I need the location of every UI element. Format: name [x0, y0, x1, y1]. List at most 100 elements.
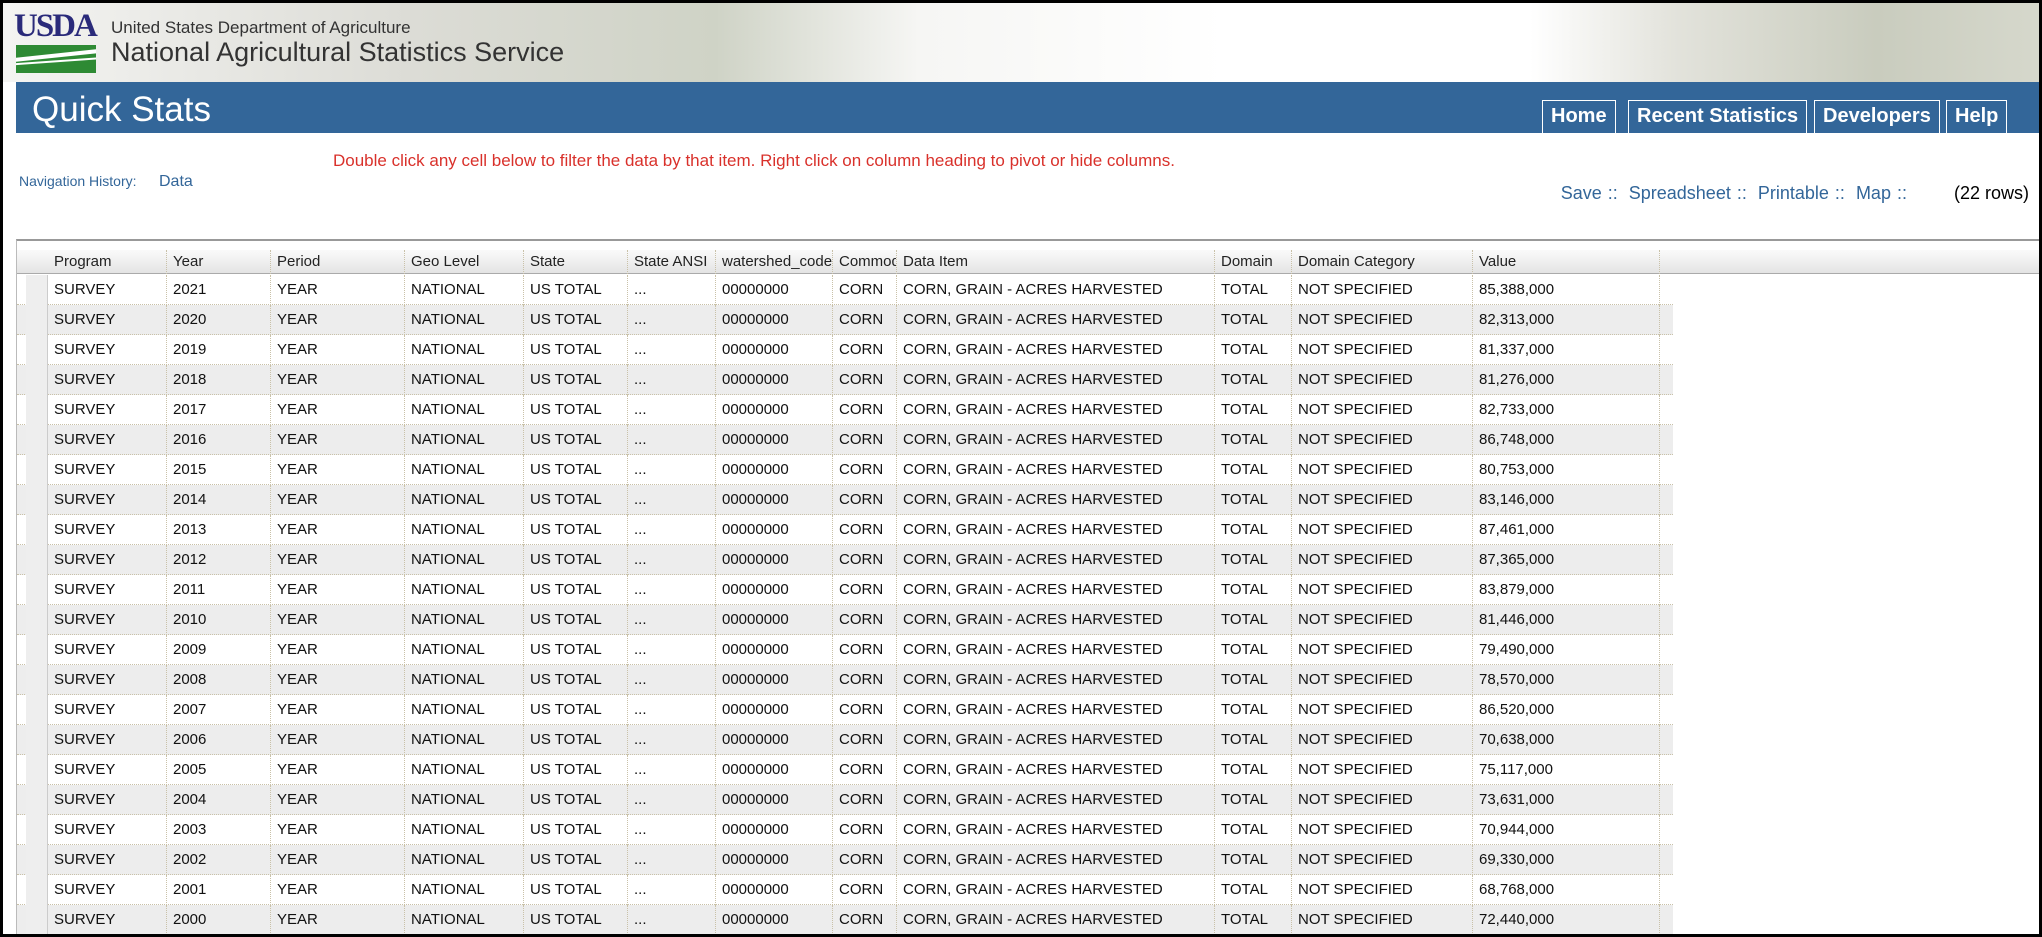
- row-selector[interactable]: [26, 305, 48, 335]
- cell-state[interactable]: US TOTAL: [524, 575, 628, 605]
- row-selector[interactable]: [26, 905, 48, 934]
- cell-state[interactable]: US TOTAL: [524, 815, 628, 845]
- cell-watershed-code[interactable]: 00000000: [716, 725, 833, 755]
- cell-state[interactable]: US TOTAL: [524, 425, 628, 455]
- cell-program[interactable]: SURVEY: [48, 395, 167, 425]
- cell-period[interactable]: YEAR: [271, 515, 405, 545]
- cell-data-item[interactable]: CORN, GRAIN - ACRES HARVESTED: [897, 275, 1215, 305]
- cell-state-ansi[interactable]: ...: [628, 725, 716, 755]
- cell-state-ansi[interactable]: ...: [628, 605, 716, 635]
- cell-year[interactable]: 2003: [167, 815, 271, 845]
- table-row[interactable]: SURVEY 2021 YEAR NATIONAL US TOTAL... 0000000…: [17, 275, 1673, 305]
- cell-geo-level[interactable]: NATIONAL: [405, 395, 524, 425]
- table-row[interactable]: SURVEY 2007 YEAR NATIONAL US TOTAL... 0000000…: [17, 695, 1673, 725]
- cell-period[interactable]: YEAR: [271, 485, 405, 515]
- cell-geo-level[interactable]: NATIONAL: [405, 365, 524, 395]
- cell-domain-category[interactable]: NOT SPECIFIED: [1292, 275, 1473, 305]
- cell-program[interactable]: SURVEY: [48, 545, 167, 575]
- cell-commodity[interactable]: CORN: [833, 395, 897, 425]
- cell-watershed-code[interactable]: 00000000: [716, 485, 833, 515]
- cell-geo-level[interactable]: NATIONAL: [405, 575, 524, 605]
- cell-state-ansi[interactable]: ...: [628, 335, 716, 365]
- cell-watershed-code[interactable]: 00000000: [716, 665, 833, 695]
- row-selector[interactable]: [26, 785, 48, 815]
- cell-geo-level[interactable]: NATIONAL: [405, 515, 524, 545]
- cell-domain[interactable]: TOTAL: [1215, 815, 1292, 845]
- cell-year[interactable]: 2018: [167, 365, 271, 395]
- cell-value[interactable]: 68,768,000: [1473, 875, 1660, 905]
- table-row[interactable]: SURVEY 2013 YEAR NATIONAL US TOTAL... 0000000…: [17, 515, 1673, 545]
- cell-domain-category[interactable]: NOT SPECIFIED: [1292, 545, 1473, 575]
- cell-data-item[interactable]: CORN, GRAIN - ACRES HARVESTED: [897, 695, 1215, 725]
- cell-watershed-code[interactable]: 00000000: [716, 365, 833, 395]
- cell-data-item[interactable]: CORN, GRAIN - ACRES HARVESTED: [897, 845, 1215, 875]
- cell-state-ansi[interactable]: ...: [628, 395, 716, 425]
- cell-geo-level[interactable]: NATIONAL: [405, 485, 524, 515]
- map-link[interactable]: Map: [1856, 183, 1891, 203]
- table-row[interactable]: SURVEY 2005 YEAR NATIONAL US TOTAL... 0000000…: [17, 755, 1673, 785]
- cell-state-ansi[interactable]: ...: [628, 905, 716, 934]
- cell-domain[interactable]: TOTAL: [1215, 365, 1292, 395]
- cell-domain[interactable]: TOTAL: [1215, 755, 1292, 785]
- cell-geo-level[interactable]: NATIONAL: [405, 455, 524, 485]
- row-selector[interactable]: [26, 365, 48, 395]
- cell-state-ansi[interactable]: ...: [628, 815, 716, 845]
- cell-year[interactable]: 2020: [167, 305, 271, 335]
- cell-state[interactable]: US TOTAL: [524, 755, 628, 785]
- cell-data-item[interactable]: CORN, GRAIN - ACRES HARVESTED: [897, 635, 1215, 665]
- save-link[interactable]: Save: [1561, 183, 1602, 203]
- cell-domain[interactable]: TOTAL: [1215, 305, 1292, 335]
- cell-data-item[interactable]: CORN, GRAIN - ACRES HARVESTED: [897, 395, 1215, 425]
- cell-geo-level[interactable]: NATIONAL: [405, 635, 524, 665]
- cell-state[interactable]: US TOTAL: [524, 365, 628, 395]
- cell-period[interactable]: YEAR: [271, 605, 405, 635]
- cell-data-item[interactable]: CORN, GRAIN - ACRES HARVESTED: [897, 815, 1215, 845]
- cell-watershed-code[interactable]: 00000000: [716, 815, 833, 845]
- cell-program[interactable]: SURVEY: [48, 695, 167, 725]
- cell-value[interactable]: 80,753,000: [1473, 455, 1660, 485]
- row-selector[interactable]: [26, 695, 48, 725]
- cell-domain[interactable]: TOTAL: [1215, 275, 1292, 305]
- cell-geo-level[interactable]: NATIONAL: [405, 845, 524, 875]
- table-row[interactable]: SURVEY 2017 YEAR NATIONAL US TOTAL... 0000000…: [17, 395, 1673, 425]
- cell-year[interactable]: 2004: [167, 785, 271, 815]
- cell-year[interactable]: 2019: [167, 335, 271, 365]
- row-selector[interactable]: [26, 485, 48, 515]
- cell-state-ansi[interactable]: ...: [628, 275, 716, 305]
- cell-domain-category[interactable]: NOT SPECIFIED: [1292, 425, 1473, 455]
- column-header-program[interactable]: Program: [48, 250, 167, 274]
- cell-period[interactable]: YEAR: [271, 335, 405, 365]
- cell-state[interactable]: US TOTAL: [524, 395, 628, 425]
- cell-year[interactable]: 2015: [167, 455, 271, 485]
- table-row[interactable]: SURVEY 2006 YEAR NATIONAL US TOTAL... 0000000…: [17, 725, 1673, 755]
- cell-domain[interactable]: TOTAL: [1215, 575, 1292, 605]
- cell-value[interactable]: 70,638,000: [1473, 725, 1660, 755]
- row-selector[interactable]: [26, 335, 48, 365]
- cell-commodity[interactable]: CORN: [833, 635, 897, 665]
- cell-period[interactable]: YEAR: [271, 905, 405, 934]
- row-selector[interactable]: [26, 575, 48, 605]
- cell-program[interactable]: SURVEY: [48, 785, 167, 815]
- cell-domain-category[interactable]: NOT SPECIFIED: [1292, 695, 1473, 725]
- cell-state-ansi[interactable]: ...: [628, 575, 716, 605]
- cell-commodity[interactable]: CORN: [833, 665, 897, 695]
- cell-year[interactable]: 2016: [167, 425, 271, 455]
- cell-state[interactable]: US TOTAL: [524, 875, 628, 905]
- cell-domain-category[interactable]: NOT SPECIFIED: [1292, 455, 1473, 485]
- cell-data-item[interactable]: CORN, GRAIN - ACRES HARVESTED: [897, 785, 1215, 815]
- cell-period[interactable]: YEAR: [271, 545, 405, 575]
- cell-geo-level[interactable]: NATIONAL: [405, 875, 524, 905]
- table-row[interactable]: SURVEY 2010 YEAR NATIONAL US TOTAL... 0000000…: [17, 605, 1673, 635]
- table-row[interactable]: SURVEY 2009 YEAR NATIONAL US TOTAL... 0000000…: [17, 635, 1673, 665]
- cell-year[interactable]: 2002: [167, 845, 271, 875]
- column-header-data-item[interactable]: Data Item: [897, 250, 1215, 274]
- cell-period[interactable]: YEAR: [271, 305, 405, 335]
- column-header-period[interactable]: Period: [271, 250, 405, 274]
- row-selector[interactable]: [26, 875, 48, 905]
- cell-year[interactable]: 2010: [167, 605, 271, 635]
- cell-year[interactable]: 2001: [167, 875, 271, 905]
- column-header-domain[interactable]: Domain: [1215, 250, 1292, 274]
- row-selector[interactable]: [26, 425, 48, 455]
- cell-commodity[interactable]: CORN: [833, 815, 897, 845]
- cell-state-ansi[interactable]: ...: [628, 305, 716, 335]
